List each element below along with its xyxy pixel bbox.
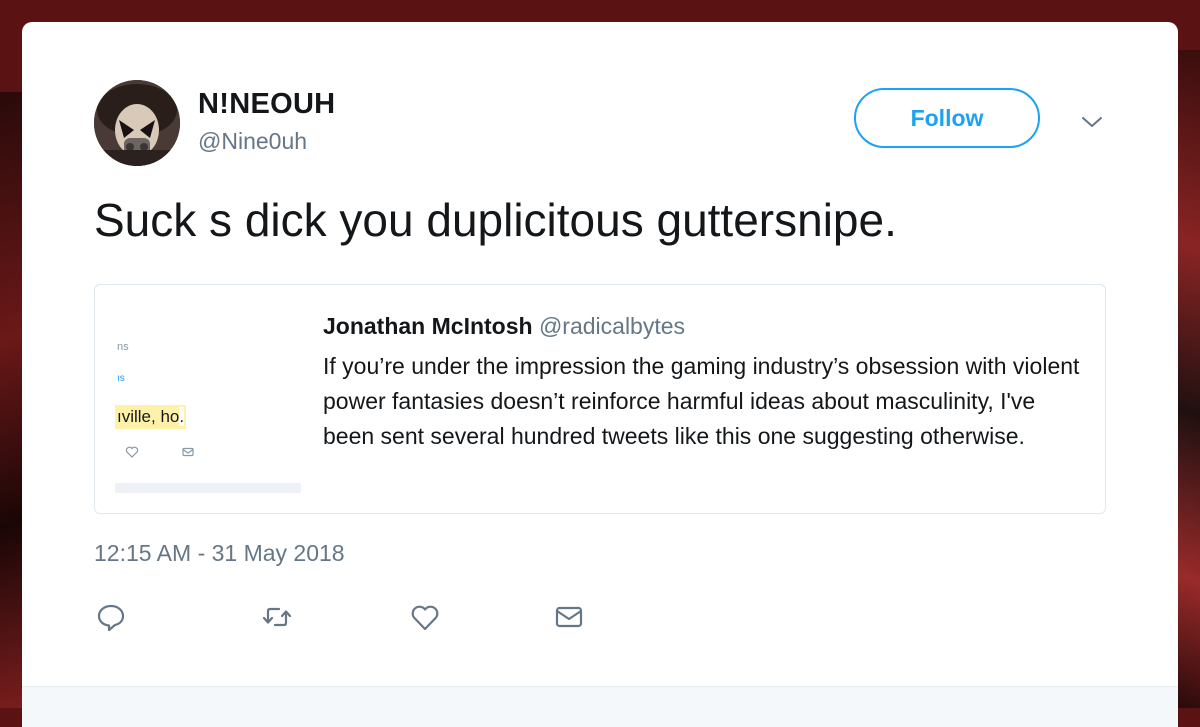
- card-footer: [22, 687, 1178, 727]
- mail-icon: [182, 447, 194, 457]
- avatar[interactable]: [94, 80, 180, 166]
- tweet-card: N!NEOUH @Nine0uh Follow Suck s dick you …: [22, 22, 1178, 727]
- follow-button[interactable]: Follow: [854, 88, 1040, 148]
- follow-button-label: Follow: [910, 104, 984, 131]
- background-left: [0, 92, 22, 708]
- media-highlighted-text: ıville, ho.: [115, 405, 187, 429]
- tweet-text: Suck s dick you duplicitous guttersnipe.: [94, 194, 897, 246]
- direct-message-icon[interactable]: [552, 600, 586, 634]
- display-name[interactable]: N!NEOUH: [198, 88, 335, 121]
- avatar-image: [94, 80, 180, 166]
- quoted-tweet-header: Jonathan McIntosh @radicalbytes: [323, 313, 685, 340]
- like-icon[interactable]: [408, 600, 442, 634]
- media-bar: [115, 483, 301, 493]
- quoted-author-name: Jonathan McIntosh: [323, 313, 533, 339]
- background-right: [1178, 50, 1200, 708]
- heart-icon: [125, 446, 139, 458]
- reply-icon[interactable]: [94, 600, 128, 634]
- retweet-icon[interactable]: [260, 600, 294, 634]
- user-handle[interactable]: @Nine0uh: [198, 128, 307, 155]
- quoted-author-handle: @radicalbytes: [538, 313, 686, 339]
- quoted-tweet-media[interactable]: ns ıs ıville, ho.: [115, 305, 305, 495]
- media-text-fragment: ıs: [117, 373, 125, 384]
- quoted-tweet[interactable]: ns ıs ıville, ho. Jonathan McIntosh @rad…: [94, 284, 1106, 514]
- quoted-tweet-text: If you’re under the impression the gamin…: [323, 353, 1080, 449]
- timestamp[interactable]: 12:15 AM - 31 May 2018: [94, 540, 345, 567]
- media-text-fragment: ns: [117, 341, 129, 353]
- chevron-down-icon[interactable]: [1080, 112, 1104, 132]
